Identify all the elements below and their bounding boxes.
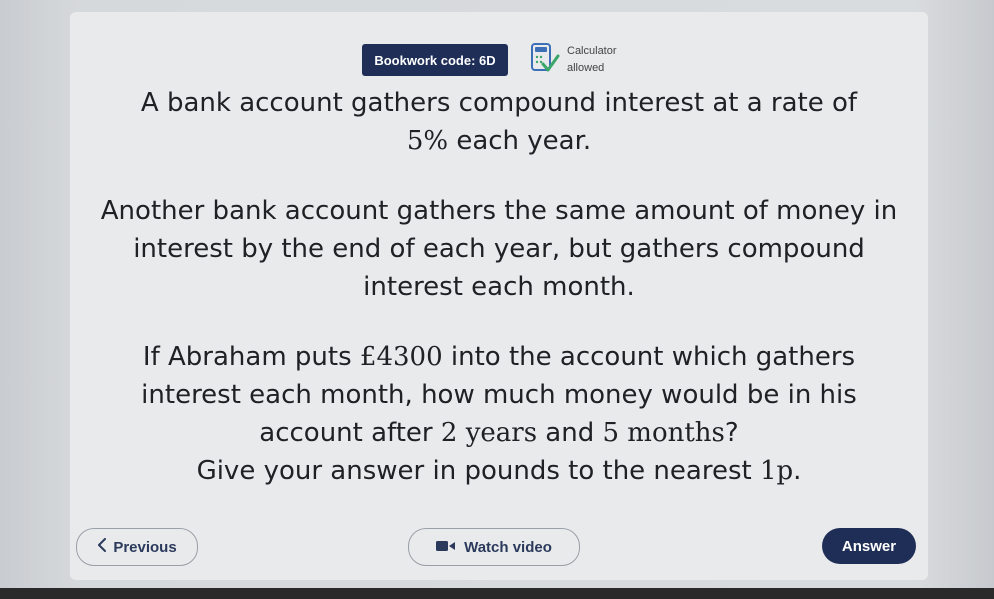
question-paragraph-4: Give your answer in pounds to the neares…	[70, 452, 928, 490]
question-paragraph-3: If Abraham puts £4300 into the account w…	[99, 338, 899, 452]
question-text: A bank account gathers compound interest…	[70, 84, 928, 522]
screen-bottom-bezel	[0, 588, 994, 599]
chevron-left-icon	[97, 538, 107, 556]
deposit-amount: £4300	[359, 342, 443, 372]
rounding-unit: 1p	[759, 456, 794, 486]
calculator-label-line1: Calculator	[567, 45, 617, 57]
previous-button[interactable]: Previous	[76, 528, 198, 566]
calculator-check-icon	[530, 42, 560, 76]
question-header: Bookwork code: 6D Calculator allowed	[70, 42, 928, 78]
answer-label: Answer	[841, 537, 897, 555]
previous-label: Previous	[113, 538, 177, 556]
interest-rate: 5%	[406, 126, 449, 156]
duration-years: 2 years	[440, 418, 538, 448]
rate-sentence-end: each year.	[448, 126, 592, 156]
bookwork-code-badge: Bookwork code: 6D	[362, 44, 508, 76]
navigation-buttons: Previous Watch video Answer	[70, 528, 928, 568]
question-card: Bookwork code: 6D Calculator allowed A b…	[70, 12, 928, 580]
question-paragraph-1: A bank account gathers compound interest…	[89, 84, 909, 160]
question-paragraph-2: Another bank account gathers the same am…	[100, 196, 898, 302]
video-camera-icon	[436, 539, 456, 556]
p4-start: Give your answer in pounds to the neares…	[196, 456, 760, 486]
p3-start: If Abraham puts	[142, 342, 360, 372]
calculator-allowed-label: Calculator allowed	[567, 43, 617, 77]
p3-question-mark: ?	[724, 418, 739, 448]
rate-sentence-start: A bank account gathers compound interest…	[140, 88, 858, 118]
p4-end: .	[793, 456, 802, 486]
calculator-label-line2: allowed	[567, 62, 605, 74]
p3-and: and	[537, 418, 603, 448]
watch-video-button[interactable]: Watch video	[408, 528, 580, 566]
watch-video-label: Watch video	[464, 538, 552, 556]
duration-months: 5 months	[602, 418, 725, 448]
answer-button[interactable]: Answer	[822, 528, 916, 564]
